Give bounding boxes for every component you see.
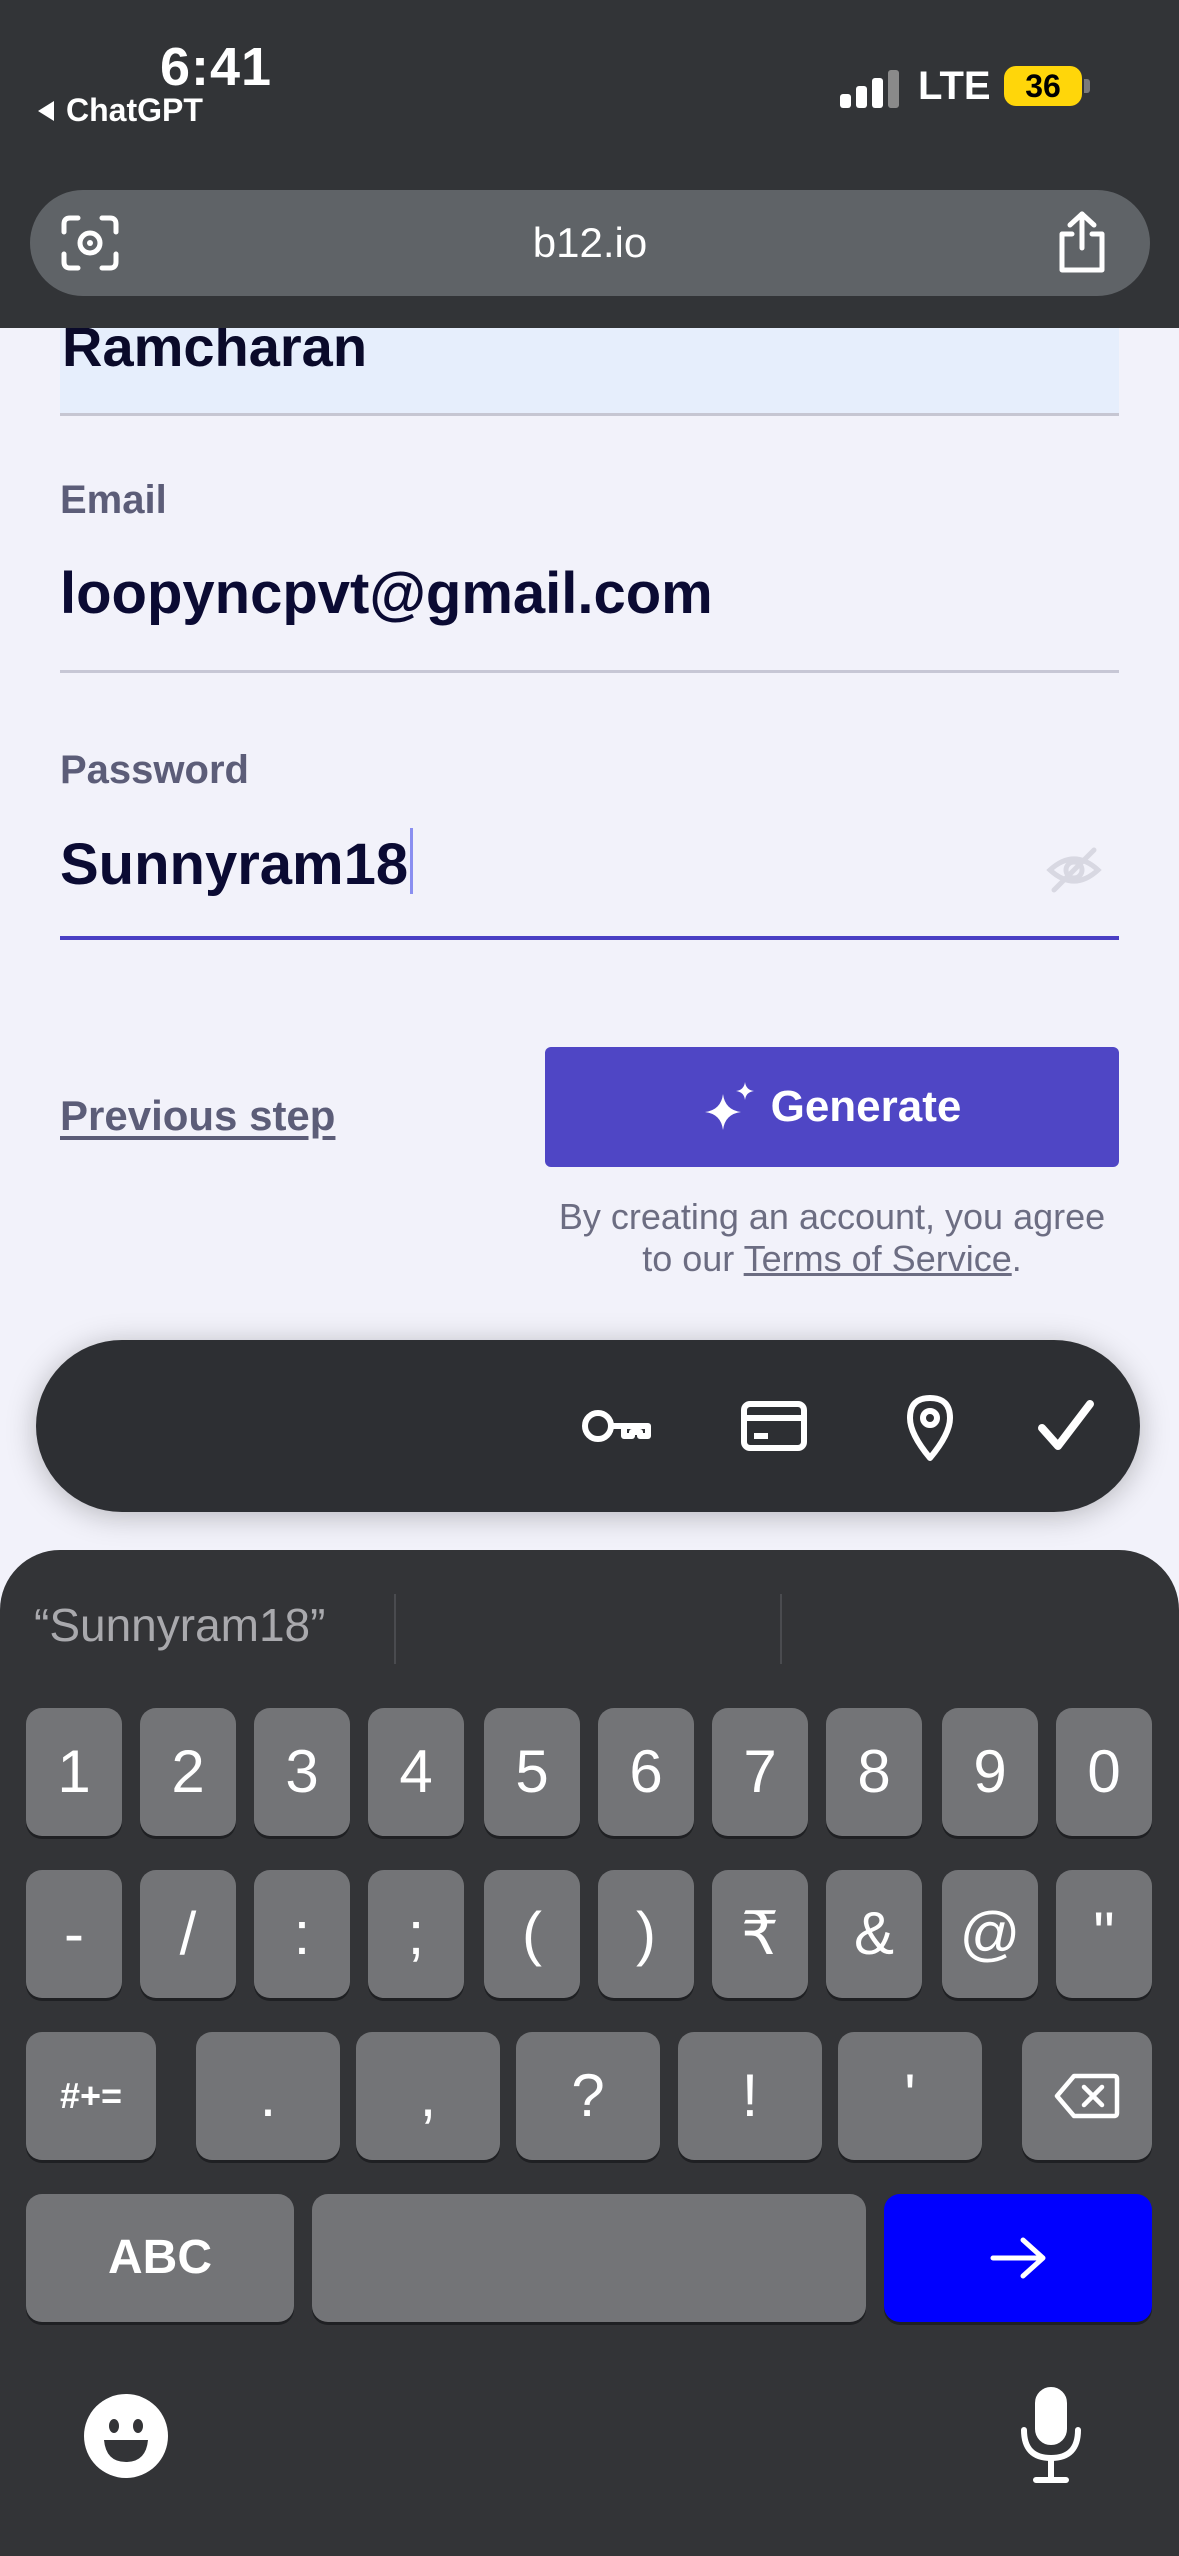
password-field[interactable]: Sunnyram18: [60, 828, 414, 898]
terms-notice: By creating an account, you agree to our…: [545, 1196, 1119, 1280]
numbers-keyboard: “Sunnyram18” 1 2 3 4 5 6 7 8 9 0 - / : ;…: [0, 1550, 1179, 2556]
generate-label: Generate: [770, 1082, 962, 1131]
text-caret: [410, 828, 414, 894]
key-open-paren[interactable]: (: [484, 1870, 580, 1998]
space-key[interactable]: [312, 2194, 866, 2322]
key-abc[interactable]: ABC: [26, 2194, 294, 2322]
credit-card-icon[interactable]: [736, 1390, 812, 1462]
cellular-signal-icon: [840, 68, 900, 108]
name-value[interactable]: Ramcharan: [62, 328, 367, 379]
backspace-icon: [1054, 2073, 1120, 2119]
email-underline: [60, 670, 1119, 673]
key-icon[interactable]: [578, 1390, 654, 1462]
sparkle-icon: [704, 1082, 754, 1130]
terms-of-service-link[interactable]: Terms of Service: [744, 1238, 1012, 1279]
key-1[interactable]: 1: [26, 1708, 122, 1836]
back-to-app-link[interactable]: ChatGPT: [38, 92, 203, 129]
name-field[interactable]: Ramcharan: [60, 328, 1119, 416]
delete-key[interactable]: [1022, 2032, 1152, 2160]
password-underline: [60, 936, 1119, 940]
battery-icon: 36: [1004, 66, 1082, 106]
key-apostrophe[interactable]: ': [838, 2032, 982, 2160]
microphone-icon[interactable]: [1016, 2386, 1086, 2486]
email-field[interactable]: loopyncpvt@gmail.com: [60, 560, 713, 627]
key-5[interactable]: 5: [484, 1708, 580, 1836]
network-type: LTE: [918, 64, 991, 108]
key-slash[interactable]: /: [140, 1870, 236, 1998]
suggestion-divider: [780, 1594, 782, 1664]
key-7[interactable]: 7: [712, 1708, 808, 1836]
email-label: Email: [60, 478, 167, 522]
key-3[interactable]: 3: [254, 1708, 350, 1836]
arrow-right-icon: [990, 2237, 1046, 2279]
key-6[interactable]: 6: [598, 1708, 694, 1836]
predictive-suggestion[interactable]: “Sunnyram18”: [34, 1598, 325, 1652]
key-semicolon[interactable]: ;: [368, 1870, 464, 1998]
status-time: 6:41: [160, 37, 273, 97]
key-at[interactable]: @: [942, 1870, 1038, 1998]
key-colon[interactable]: :: [254, 1870, 350, 1998]
back-triangle-icon: [38, 100, 54, 121]
key-quote[interactable]: ": [1056, 1870, 1152, 1998]
key-0[interactable]: 0: [1056, 1708, 1152, 1836]
key-8[interactable]: 8: [826, 1708, 922, 1836]
go-key[interactable]: [884, 2194, 1152, 2322]
share-icon[interactable]: [1054, 210, 1110, 274]
emoji-button[interactable]: [84, 2394, 168, 2478]
suggestion-divider: [394, 1594, 396, 1664]
autofill-bar: [36, 1340, 1140, 1512]
checkmark-icon[interactable]: [1028, 1390, 1104, 1462]
battery-level: 36: [1025, 68, 1061, 104]
password-value: Sunnyram18: [60, 832, 409, 897]
url-text[interactable]: b12.io: [30, 190, 1150, 296]
password-label: Password: [60, 748, 249, 792]
key-2[interactable]: 2: [140, 1708, 236, 1836]
address-bar[interactable]: b12.io: [30, 190, 1150, 296]
key-rupee[interactable]: ₹: [712, 1870, 808, 1998]
key-more-symbols[interactable]: #+=: [26, 2032, 156, 2160]
battery-nub: [1084, 79, 1090, 93]
key-exclamation[interactable]: !: [678, 2032, 822, 2160]
location-pin-icon[interactable]: [892, 1390, 968, 1462]
key-9[interactable]: 9: [942, 1708, 1038, 1836]
generate-button[interactable]: Generate: [545, 1047, 1119, 1167]
browser-chrome: 6:41 ChatGPT LTE 36 b12.io: [0, 0, 1179, 328]
eye-off-icon[interactable]: [1046, 846, 1102, 894]
key-ampersand[interactable]: &: [826, 1870, 922, 1998]
previous-step-link[interactable]: Previous step: [60, 1092, 335, 1140]
terms-suffix: .: [1011, 1238, 1022, 1279]
back-app-label: ChatGPT: [66, 92, 203, 128]
key-period[interactable]: .: [196, 2032, 340, 2160]
visual-lookup-icon[interactable]: [60, 214, 120, 272]
key-4[interactable]: 4: [368, 1708, 464, 1836]
key-hyphen[interactable]: -: [26, 1870, 122, 1998]
emoji-icon: [104, 2419, 148, 2462]
key-question[interactable]: ?: [516, 2032, 660, 2160]
key-comma[interactable]: ,: [356, 2032, 500, 2160]
key-close-paren[interactable]: ): [598, 1870, 694, 1998]
